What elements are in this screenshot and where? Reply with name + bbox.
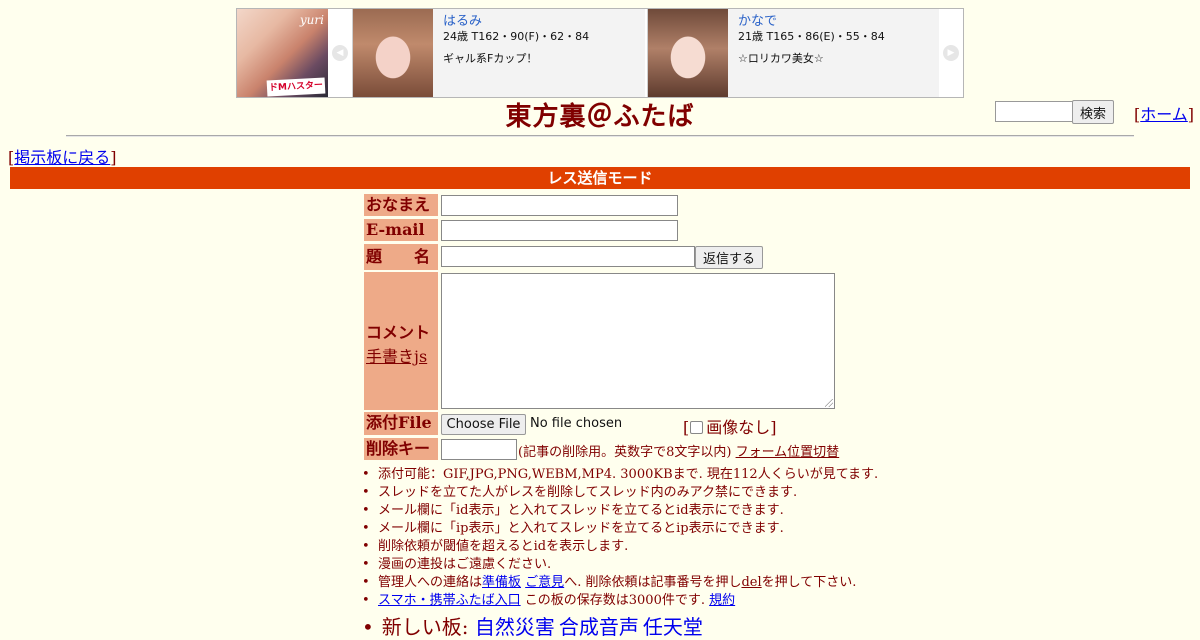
divider [66,135,1134,137]
email-field[interactable] [441,220,678,241]
bracket-close: ] [110,148,117,167]
bracket-close: ] [1187,105,1195,124]
name-label: おなまえ [364,194,438,216]
chevron-left-icon: ◀ [332,45,348,61]
reply-submit-button[interactable]: 返信する [695,246,763,269]
note-text: を押して下さい. [761,575,857,590]
new-boards-label: 新しい板: [381,615,469,639]
list-item: スレッドを立てた人がレスを削除してスレッド内のみアク禁にできます. [362,484,878,502]
home-link-wrap: [ホーム] [1134,101,1194,125]
new-board-link[interactable]: 任天堂 [643,615,703,639]
chevron-right-icon: ▶ [943,45,959,61]
choose-file-button[interactable]: Choose File [441,414,526,435]
card-photo[interactable] [353,9,433,97]
card-name[interactable]: かなで [738,13,885,30]
delkey-note: (記事の削除用。英数字で8文字以内) フォーム位置切替 [518,441,839,460]
rules-link[interactable]: 規約 [709,593,735,608]
delkey-label: 削除キー [364,438,438,460]
junbi-board-link[interactable]: 準備板 [482,575,521,590]
new-board-link[interactable]: 自然災害 [475,615,555,639]
card-desc: ギャル系Fカップ！ [443,52,538,65]
back-to-board-link[interactable]: 掲示板に戻る [14,148,110,167]
list-item: スマホ・携帯ふたば入口 この板の保存数は3000件です. 規約 [362,592,878,610]
no-image-checkbox[interactable] [690,420,704,434]
del-link[interactable]: del [741,575,761,590]
ad-brand-text: yuri [299,13,324,27]
banner-next-button[interactable]: ▶ [939,9,963,97]
card-spec: 21歳 T165・86(E)・55・84 [738,30,885,43]
home-link[interactable]: ホーム [1140,105,1188,124]
ad-tag-text: ドMハスターズ!! [266,77,326,97]
delkey-note-text: (記事の削除用。英数字で8文字以内) [518,445,732,460]
notes-list: 添付可能：GIF,JPG,PNG,WEBM,MP4. 3000KBまで. 現在1… [362,466,878,610]
delete-key-field[interactable] [441,439,517,460]
subject-field[interactable] [441,246,695,267]
card-name[interactable]: はるみ [443,13,589,30]
note-text: この板の保存数は3000件です. [524,593,705,608]
list-item: 管理人への連絡は準備板 ご意見へ. 削除依頼は記事番号を押しdelを押して下さい… [362,574,878,592]
banner-card[interactable]: はるみ 24歳 T162・90(F)・62・84 ギャル系Fカップ！ [352,9,645,97]
search-input[interactable] [995,101,1073,122]
no-image-label: 画像なし [706,418,771,437]
list-item: メール欄に「ip表示」と入れてスレッドを立てるとip表示にできます. [362,520,878,538]
ad-banner[interactable]: yuri ドMハスターズ!! ◀ はるみ 24歳 T162・90(F)・62・8… [236,8,964,98]
new-boards: 新しい板: 自然災害合成音声任天堂 [362,611,707,640]
file-status: No file chosen [530,416,623,431]
back-link-wrap: [掲示板に戻る] [8,144,117,168]
banner-card[interactable]: かなで 21歳 T165・86(E)・55・84 ☆ロリカワ美女☆ [647,9,940,97]
card-spec: 24歳 T162・90(F)・62・84 [443,30,590,43]
form-position-toggle-link[interactable]: フォーム位置切替 [736,445,840,460]
mobile-entrance-link[interactable]: スマホ・携帯ふたば入口 [378,593,521,608]
card-desc: ☆ロリカワ美女☆ [738,52,824,65]
mode-banner: レス送信モード [10,167,1190,189]
resize-grip-icon[interactable] [825,399,833,407]
name-field[interactable] [441,195,678,216]
list-item: 削除依頼が閾値を超えるとidを表示します. [362,538,878,556]
comment-textarea[interactable] [441,273,835,409]
comment-label: コメント [366,323,431,342]
subject-label: 題 名 [364,244,438,270]
list-item: 添付可能：GIF,JPG,PNG,WEBM,MP4. 3000KBまで. 現在1… [362,466,878,484]
file-label: 添付File [364,412,438,435]
note-text: 管理人への連絡は [378,575,483,590]
card-photo[interactable] [648,9,728,97]
note-text: へ. 削除依頼は記事番号を押し [564,575,742,590]
no-image-option[interactable]: [画像なし] [683,414,777,438]
tegaki-link[interactable]: 手書きjs [366,347,427,366]
ad-banner-image[interactable]: yuri ドMハスターズ!! [237,9,328,97]
banner-prev-button[interactable]: ◀ [328,9,352,97]
list-item: メール欄に「id表示」と入れてスレッドを立てるとid表示にできます. [362,502,878,520]
new-board-link[interactable]: 合成音声 [559,615,639,639]
search-button[interactable]: 検索 [1072,100,1114,124]
list-item: 漫画の連投はご遠慮ください. [362,556,878,574]
feedback-link[interactable]: ご意見 [525,575,564,590]
comment-label-cell: コメント 手書きjs [364,272,438,410]
email-label: E-mail [364,219,438,241]
